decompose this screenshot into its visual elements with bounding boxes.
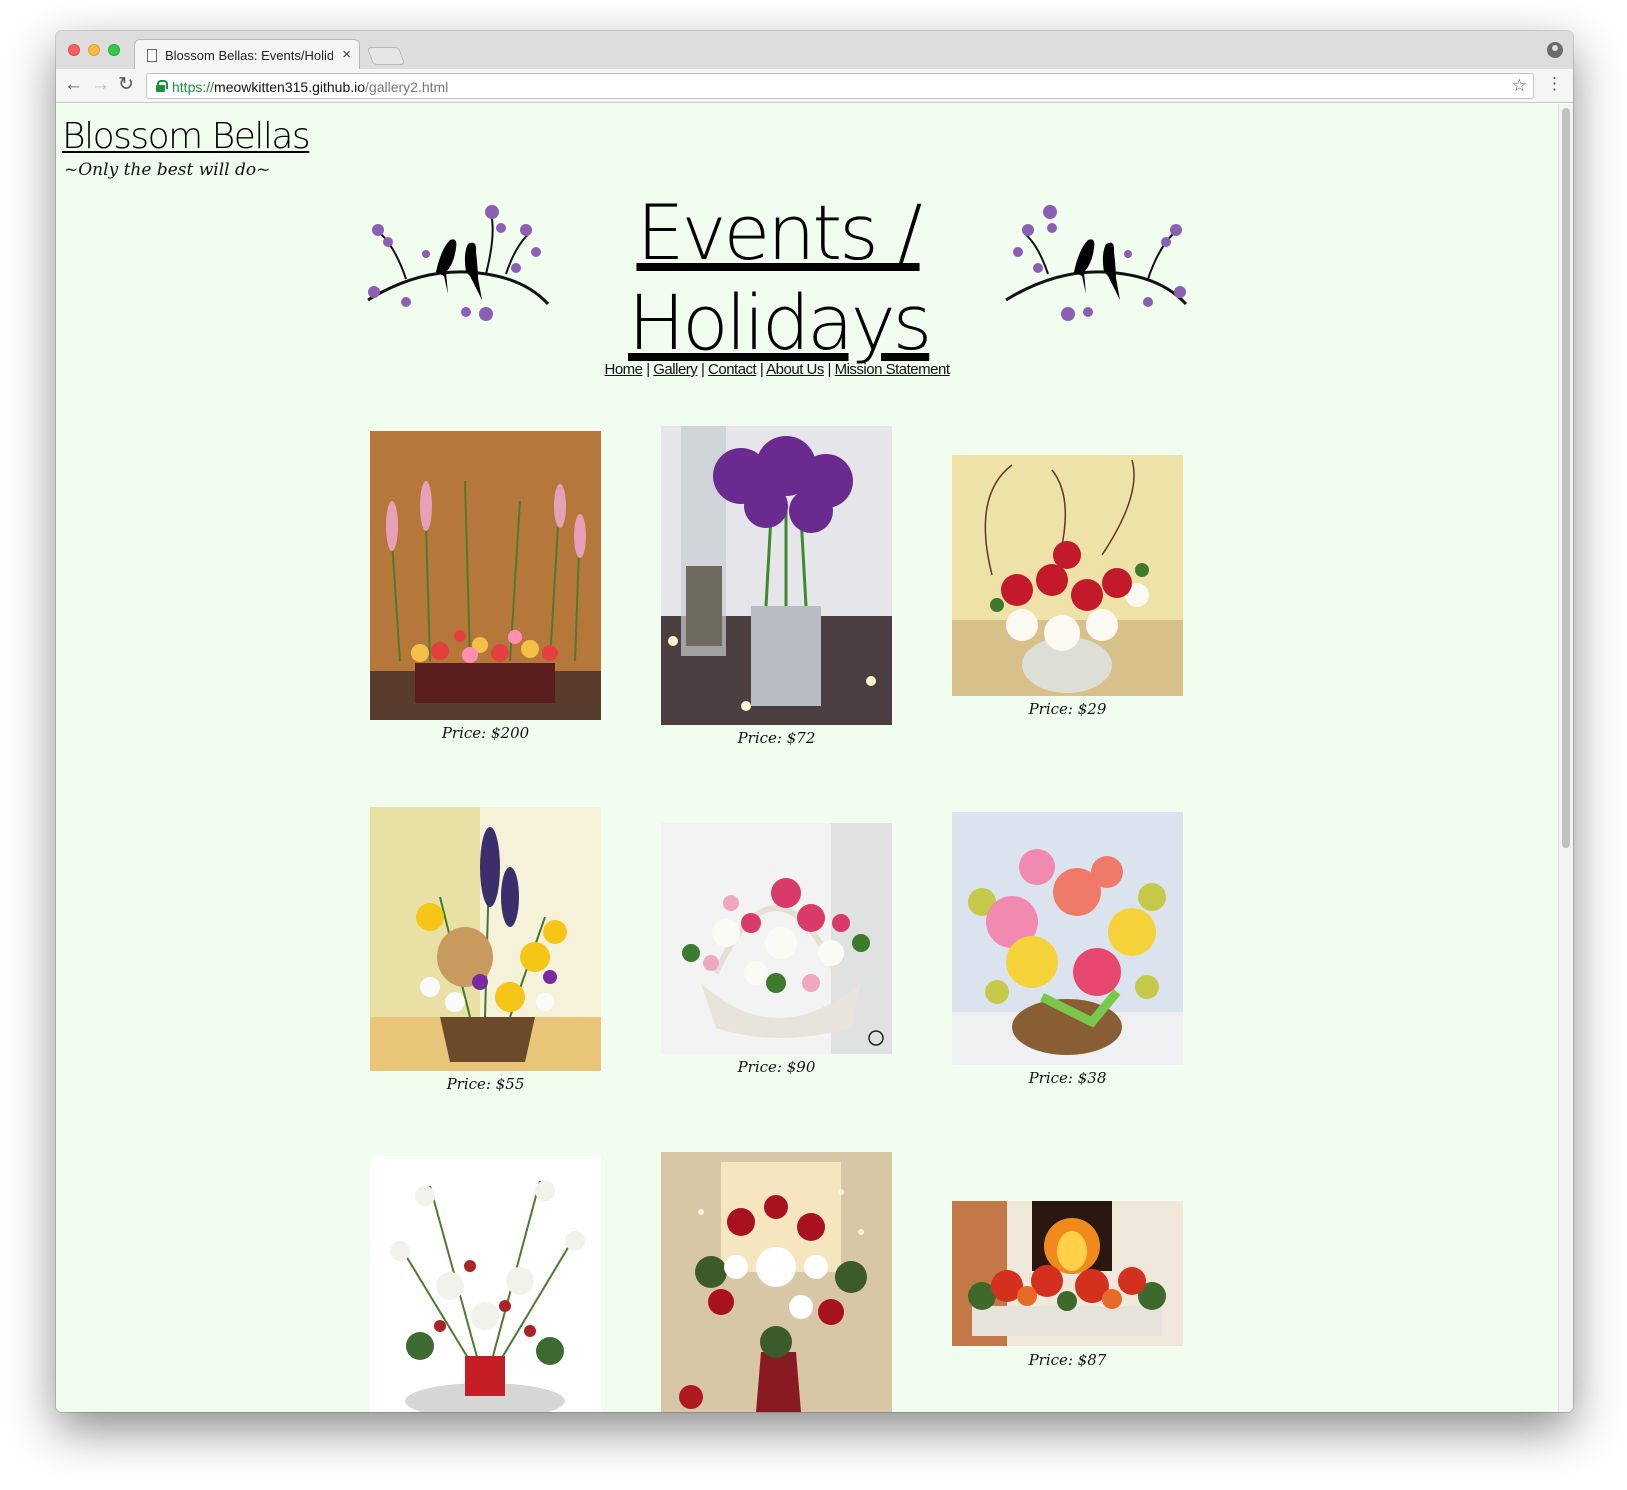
gallery-item: [370, 1156, 601, 1412]
close-window-button[interactable]: [68, 44, 80, 56]
site-logo-link[interactable]: Blossom Bellas: [62, 116, 311, 157]
gallery-item: [661, 1152, 892, 1412]
page-heading[interactable]: Events / Holidays: [628, 188, 932, 368]
flower-arrangement-image[interactable]: [370, 1156, 601, 1412]
gallery-item: Price: $87: [952, 1201, 1183, 1369]
price-label: Price: $87: [1028, 1351, 1107, 1369]
profile-icon[interactable]: [1547, 42, 1563, 58]
maximize-window-button[interactable]: [108, 44, 120, 56]
reload-icon[interactable]: ↻: [118, 75, 134, 95]
flower-arrangement-image[interactable]: [661, 1152, 892, 1412]
flower-arrangement-image[interactable]: [661, 823, 892, 1054]
page-icon: [147, 49, 157, 62]
gallery-item: Price: $200: [370, 431, 601, 742]
nav-separator: |: [646, 361, 650, 378]
browser-toolbar: ← → ↻ https://meowkitten315.github.io/ga…: [56, 69, 1573, 103]
gallery-item: Price: $29: [952, 455, 1183, 718]
price-label: Price: $29: [1028, 700, 1107, 718]
browser-window: Blossom Bellas: Events/Holidays × ← → ↻ …: [56, 31, 1573, 1412]
forward-arrow-icon[interactable]: →: [91, 75, 110, 95]
price-label: Price: $72: [737, 729, 816, 747]
flower-arrangement-image[interactable]: [952, 1201, 1183, 1346]
flower-arrangement-image[interactable]: [952, 455, 1183, 696]
nav-separator: |: [827, 361, 832, 378]
birds-on-branch-icon: [367, 205, 550, 321]
birds-on-branch-icon: [1005, 205, 1188, 321]
nav-about-link[interactable]: About Us: [766, 361, 824, 378]
price-label: Price: $55: [446, 1075, 525, 1093]
address-bar[interactable]: https://meowkitten315.github.io/gallery2…: [146, 73, 1534, 99]
price-label: Price: $38: [1028, 1069, 1107, 1087]
flower-arrangement-image[interactable]: [370, 807, 601, 1071]
flower-arrangement-image[interactable]: [370, 431, 601, 720]
url-text[interactable]: https://meowkitten315.github.io/gallery2…: [172, 79, 448, 95]
site-tagline: ~Only the best will do~: [64, 160, 271, 180]
nav-mission-link[interactable]: Mission Statement: [835, 361, 950, 378]
nav-gallery-link[interactable]: Gallery: [653, 361, 698, 378]
price-label: Price: $90: [737, 1058, 816, 1076]
price-label: Price: $200: [441, 724, 530, 742]
page-content: Blossom Bellas ~Only the best will do~ E…: [56, 104, 1573, 1412]
vertical-scrollbar[interactable]: [1558, 104, 1573, 1412]
nav-contact-link[interactable]: Contact: [708, 361, 757, 378]
url-scheme: https://: [172, 79, 215, 95]
flower-arrangement-image[interactable]: [661, 426, 892, 725]
url-host: meowkitten315.github.io: [214, 79, 366, 95]
gallery-item: Price: $72: [661, 426, 892, 747]
gallery-item: Price: $90: [661, 823, 892, 1076]
nav-separator: |: [700, 361, 705, 378]
scrollbar-thumb[interactable]: [1562, 108, 1570, 848]
new-tab-button[interactable]: [366, 47, 406, 65]
close-icon[interactable]: ×: [342, 46, 351, 63]
lock-icon: [156, 80, 168, 92]
nav-separator: |: [759, 361, 764, 378]
flower-arrangement-image[interactable]: [952, 812, 1183, 1065]
main-navigation: Home | Gallery | Contact | About Us | Mi…: [602, 361, 952, 378]
gallery-item: Price: $38: [952, 812, 1183, 1087]
tab-bar: Blossom Bellas: Events/Holidays ×: [56, 31, 1573, 70]
url-path: /gallery2.html: [365, 79, 449, 95]
bookmark-star-icon[interactable]: ☆: [1512, 76, 1527, 96]
gallery-item: Price: $55: [370, 807, 601, 1093]
browser-tab[interactable]: Blossom Bellas: Events/Holidays ×: [134, 39, 360, 70]
menu-icon[interactable]: ⋮: [1546, 74, 1563, 94]
nav-home-link[interactable]: Home: [605, 361, 644, 378]
tab-title: Blossom Bellas: Events/Holidays: [165, 48, 333, 63]
minimize-window-button[interactable]: [88, 44, 100, 56]
back-arrow-icon[interactable]: ←: [64, 75, 83, 95]
